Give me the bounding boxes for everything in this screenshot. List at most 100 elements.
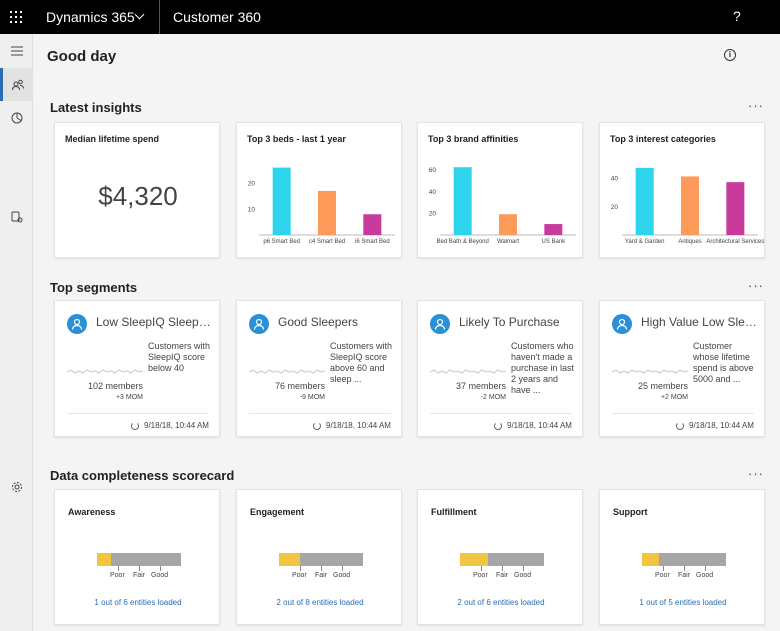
insight-card-interests[interactable]: Top 3 interest categories 20 40 Yard & Gar… [599, 122, 765, 258]
insight-card-brands[interactable]: Top 3 brand affinities 20 40 60 Bed Bath & … [417, 122, 583, 258]
settings-icon[interactable] [0, 470, 33, 503]
refresh-icon[interactable] [676, 422, 684, 430]
bar [453, 167, 472, 235]
x-tick-label: Antiques [678, 239, 701, 245]
scorecard-card[interactable]: Awareness Poor Fair Good 1 out of 6 entities… [54, 489, 220, 625]
more-options-icon[interactable]: ··· [748, 278, 764, 293]
more-options-icon[interactable]: ··· [748, 466, 764, 481]
segment-updated: 9/18/18, 10:44 AM [507, 421, 572, 430]
segment-members: 76 members [274, 381, 325, 391]
tick [523, 566, 524, 571]
scale-label-fair: Fair [133, 572, 146, 579]
tick [502, 566, 503, 571]
segment-name[interactable]: Likely To Purchase [459, 315, 577, 329]
segment-name[interactable]: Good Sleepers [278, 315, 396, 329]
completeness-bar [279, 553, 363, 566]
segment-name[interactable]: High Value Low Sleepers [641, 315, 759, 329]
bar [681, 176, 699, 235]
segment-members: 37 members [455, 381, 506, 391]
entities-loaded-link[interactable]: 2 out of 8 entities loaded [237, 598, 403, 607]
divider [159, 0, 160, 34]
tick [705, 566, 706, 571]
hamburger-icon[interactable] [0, 34, 33, 67]
waffle-icon[interactable] [0, 0, 32, 34]
tick [300, 566, 301, 571]
bar [544, 224, 563, 235]
scale-label-poor: Poor [110, 572, 125, 579]
person-icon [67, 314, 87, 334]
completeness-bar [97, 553, 181, 566]
y-tick-label: 60 [429, 167, 437, 174]
more-options-icon[interactable]: ··· [748, 98, 764, 113]
completeness-bar [460, 553, 544, 566]
entities-loaded-link[interactable]: 1 out of 6 entities loaded [55, 598, 221, 607]
tick [481, 566, 482, 571]
y-tick-label: 10 [248, 207, 256, 214]
segment-mom: -2 MOM [480, 394, 506, 401]
y-tick-label: 20 [248, 181, 256, 188]
entities-loaded-link[interactable]: 1 out of 5 entities loaded [600, 598, 766, 607]
segment-description: Customer whose lifetime spend is above 5… [693, 341, 754, 384]
tick [139, 566, 140, 571]
refresh-icon[interactable] [313, 422, 321, 430]
help-icon[interactable]: ? [733, 8, 741, 24]
insight-card-median[interactable]: Median lifetime spend $4,320 [54, 122, 220, 258]
pie-chart-icon[interactable] [0, 101, 33, 134]
segment-card[interactable]: Low SleepIQ Sleepers Customers with Sleep… [54, 300, 220, 437]
segment-members: 102 members [87, 381, 143, 391]
area-name: Customer 360 [173, 9, 261, 25]
refresh-icon[interactable] [494, 422, 502, 430]
people-icon[interactable] [0, 68, 33, 101]
segment-sparkline [430, 369, 506, 374]
segment-description: Customers with SleepIQ score above 60 an… [330, 341, 393, 384]
completeness-fill [97, 553, 112, 566]
scorecard-card[interactable]: Engagement Poor Fair Good 2 out of 8 entitie… [236, 489, 402, 625]
scale-label-poor: Poor [292, 572, 307, 579]
entities-loaded-link[interactable]: 2 out of 6 entities loaded [418, 598, 584, 607]
y-tick-label: 20 [611, 204, 619, 211]
scale-label-fair: Fair [678, 572, 691, 579]
x-tick-label: Architectural Services [706, 239, 764, 245]
scorecard-title: Fulfillment [431, 507, 477, 517]
segment-members: 25 members [637, 381, 688, 391]
chevron-down-icon[interactable] [134, 9, 145, 20]
section-title-insights: Latest insights [50, 100, 142, 115]
scale-label-poor: Poor [473, 572, 488, 579]
segment-updated: 9/18/18, 10:44 AM [144, 421, 209, 430]
scale-label-good: Good [333, 572, 351, 579]
y-tick-label: 40 [429, 189, 437, 196]
tick [663, 566, 664, 571]
segment-sparkline [612, 369, 688, 374]
y-tick-label: 40 [611, 175, 619, 182]
interests-bar-chart: 20 40 Yard & Garden Antiques Architectural S… [611, 167, 764, 245]
scale-label-fair: Fair [315, 572, 328, 579]
scorecard-card[interactable]: Support Poor Fair Good 1 out of 5 entities l… [599, 489, 765, 625]
person-icon [249, 314, 269, 334]
data-source-icon[interactable] [0, 200, 33, 233]
refresh-icon[interactable] [131, 422, 139, 430]
info-icon[interactable]: i [724, 49, 736, 61]
bar [318, 190, 336, 235]
completeness-fill [642, 553, 659, 566]
insight-card-beds[interactable]: Top 3 beds - last 1 year 10 20 p6 Smart Be… [236, 122, 402, 258]
left-rail [0, 34, 33, 631]
x-tick-label: Yard & Garden [625, 239, 665, 245]
segment-mom: +3 MOM [115, 394, 143, 401]
segment-name[interactable]: Low SleepIQ Sleepers [96, 315, 214, 329]
tick [321, 566, 322, 571]
segment-card[interactable]: High Value Low Sleepers Customer whose li… [599, 300, 765, 437]
scale-label-good: Good [514, 572, 532, 579]
x-tick-label: p6 Smart Bed [263, 239, 300, 245]
segment-card[interactable]: Likely To Purchase Customers who haven't … [417, 300, 583, 437]
scorecard-card[interactable]: Fulfillment Poor Fair Good 2 out of 6 entiti… [417, 489, 583, 625]
scale-label-poor: Poor [655, 572, 670, 579]
segment-card[interactable]: Good Sleepers Customers with SleepIQ scor… [236, 300, 402, 437]
bar [726, 182, 745, 235]
divider [67, 413, 209, 414]
y-tick-label: 20 [429, 211, 437, 218]
app-name[interactable]: Dynamics 365 [46, 9, 135, 25]
x-tick-label: Bed Bath & Beyond [436, 239, 488, 245]
scorecard-title: Support [613, 507, 648, 517]
person-icon [612, 314, 632, 334]
bar [499, 214, 517, 235]
